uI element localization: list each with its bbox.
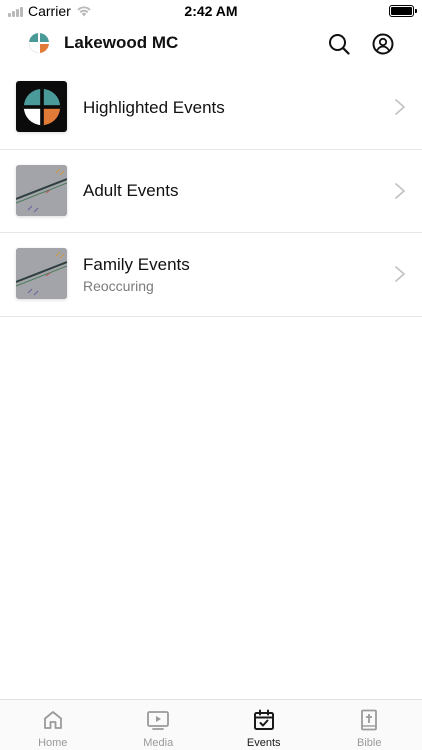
- photo-image: [16, 248, 67, 299]
- tab-home[interactable]: Home: [0, 700, 106, 750]
- app-title: Lakewood MC: [64, 33, 179, 52]
- search-button[interactable]: [325, 30, 353, 58]
- event-title: Highlighted Events: [83, 97, 225, 117]
- event-text: Highlighted Events: [83, 66, 225, 149]
- battery-fill: [391, 7, 412, 15]
- event-text: Family Events Reoccuring: [83, 233, 190, 316]
- event-item-family[interactable]: Family Events Reoccuring: [0, 233, 422, 317]
- chevron-right-icon: [395, 266, 405, 282]
- church-logo-icon: [23, 88, 60, 125]
- tab-events[interactable]: Events: [211, 700, 317, 750]
- event-item-adult[interactable]: Adult Events: [0, 150, 422, 233]
- tab-label: Home: [38, 737, 68, 749]
- search-icon: [329, 34, 350, 55]
- app-header: Lakewood MC: [0, 22, 422, 66]
- event-list: Highlighted Events Adult Events Family E…: [0, 66, 422, 317]
- event-subtitle: Reoccuring: [83, 278, 154, 294]
- status-time: 2:42 AM: [184, 3, 238, 19]
- status-bar: Carrier 2:42 AM: [0, 0, 422, 22]
- battery-icon: [389, 5, 417, 17]
- event-thumbnail: [16, 248, 67, 299]
- tab-bar: Home Media Events Bible: [0, 699, 422, 750]
- tab-label: Events: [246, 737, 281, 749]
- event-thumbnail: [16, 164, 67, 216]
- bible-icon: [361, 709, 378, 731]
- media-icon: [147, 711, 170, 730]
- event-text: Adult Events: [83, 150, 178, 233]
- profile-icon: [372, 33, 394, 55]
- tab-media[interactable]: Media: [106, 700, 212, 750]
- tab-label: Bible: [357, 737, 382, 749]
- profile-button[interactable]: [369, 30, 397, 58]
- logo-icon: [28, 33, 49, 54]
- calendar-check-icon: [253, 709, 274, 730]
- event-title: Adult Events: [83, 181, 179, 200]
- photo-image: [16, 164, 67, 216]
- tab-label: Media: [143, 737, 174, 749]
- tab-bible[interactable]: Bible: [317, 700, 422, 750]
- chevron-right-icon: [395, 99, 405, 115]
- home-icon: [43, 711, 62, 729]
- event-title: Family Events: [83, 255, 190, 274]
- event-thumbnail: [16, 81, 67, 132]
- event-item-highlighted[interactable]: Highlighted Events: [0, 66, 422, 150]
- chevron-right-icon: [395, 182, 405, 199]
